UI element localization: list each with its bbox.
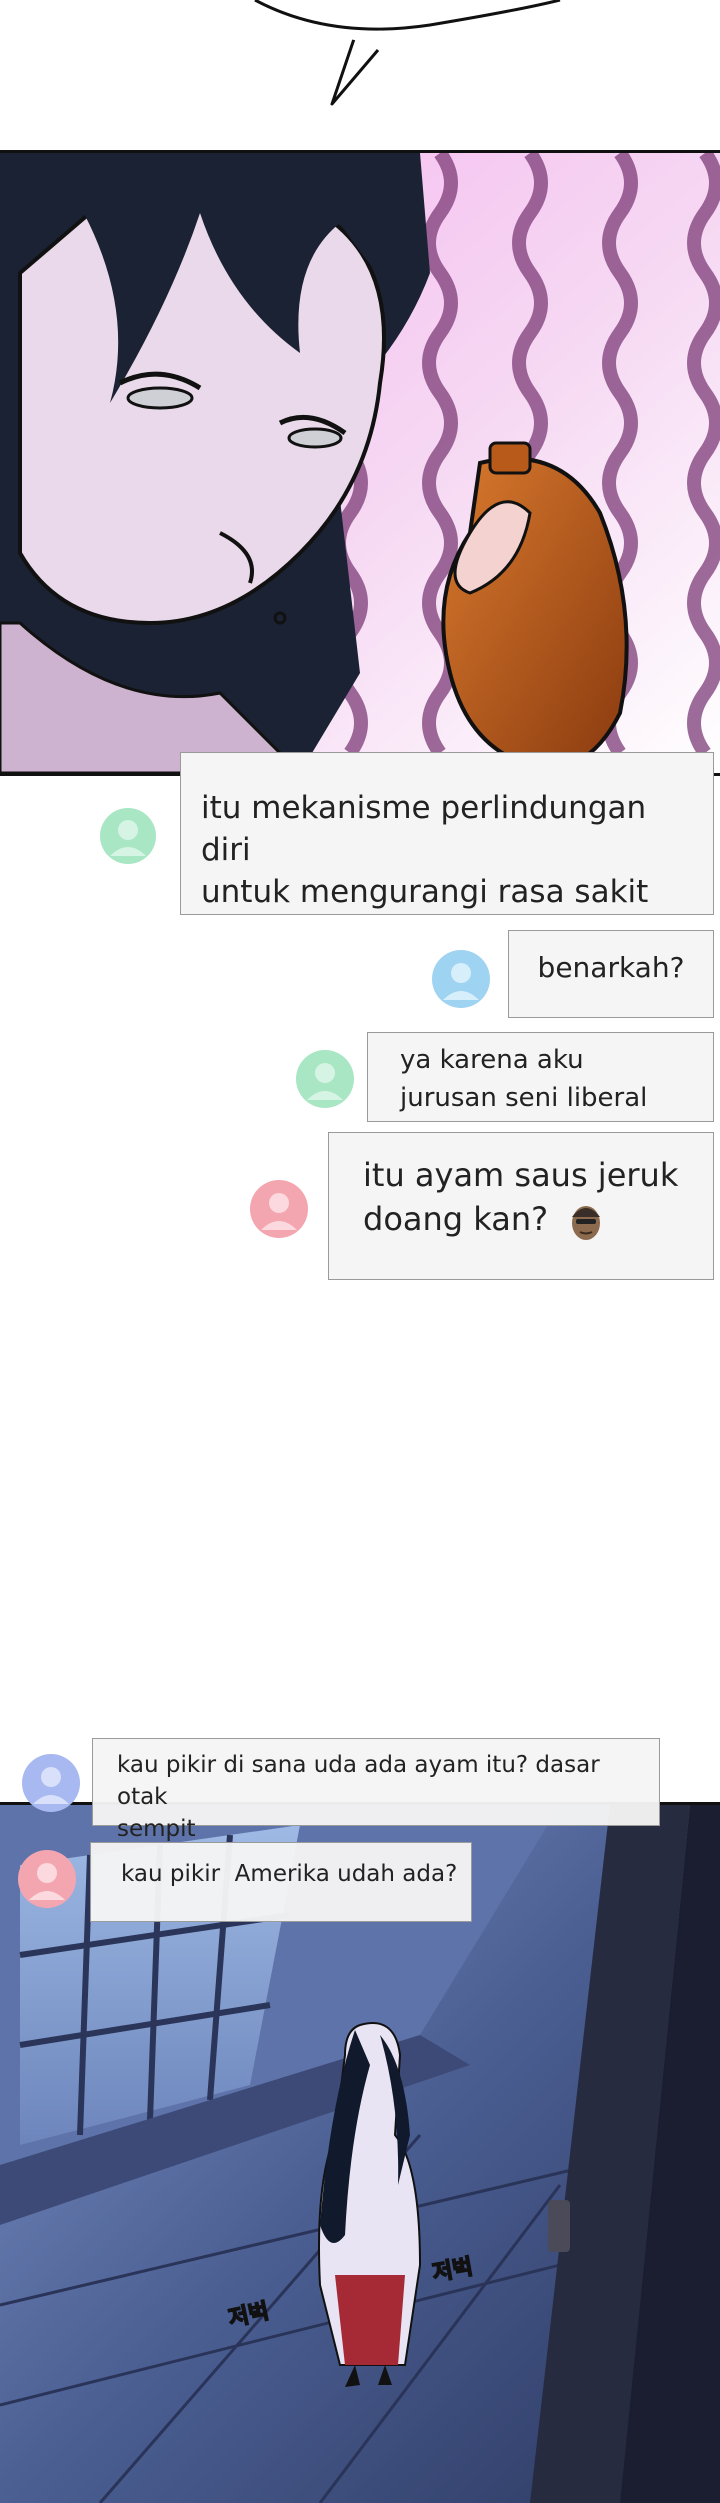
manga-panel-face [0,150,720,776]
face-illustration [0,153,720,773]
chat-message-5: kau pikir di sana uda ada ayam itu? dasa… [92,1738,660,1842]
avatar-periwinkle [22,1754,80,1812]
user-icon [443,963,479,1000]
message-line: itu mekanisme perlindungan diri [201,790,647,868]
user-icon [110,820,146,856]
message-text: doang kan? [363,1200,549,1238]
message-text: benarkah? [537,951,685,984]
message-line: sempit [117,1816,196,1842]
message-line: kau pikir di sana uda ada ayam itu? dasa… [117,1752,600,1810]
user-icon [307,1063,343,1100]
speech-bubble-tail [254,0,561,106]
message-line: doang kan? [363,1197,679,1241]
chat-message-6: kau pikir Amerika udah ada? [90,1842,472,1922]
chat-message-1: itu mekanisme perlindungan diri untuk me… [180,752,714,915]
message-line: untuk mengurangi rasa sakit [201,874,649,910]
avatar-pink [250,1180,308,1238]
user-icon [261,1193,297,1230]
chat-message-3: ya karena aku jurusan seni liberal [367,1032,714,1122]
avatar-blue [432,950,490,1008]
chat-message-4: itu ayam saus jeruk doang kan? [328,1132,714,1280]
avatar-green [296,1050,354,1108]
message-text: kau pikir Amerika udah ada? [121,1861,458,1887]
message-line: jurusan seni liberal [400,1083,648,1113]
avatar-pink [18,1850,76,1908]
message-line: itu ayam saus jeruk [363,1156,679,1194]
message-line: ya karena aku [400,1045,584,1075]
face-emoji-icon [572,1206,601,1240]
user-icon [33,1767,69,1804]
user-icon [29,1863,65,1900]
avatar-green [100,808,156,864]
chat-message-2: benarkah? [508,930,714,1018]
